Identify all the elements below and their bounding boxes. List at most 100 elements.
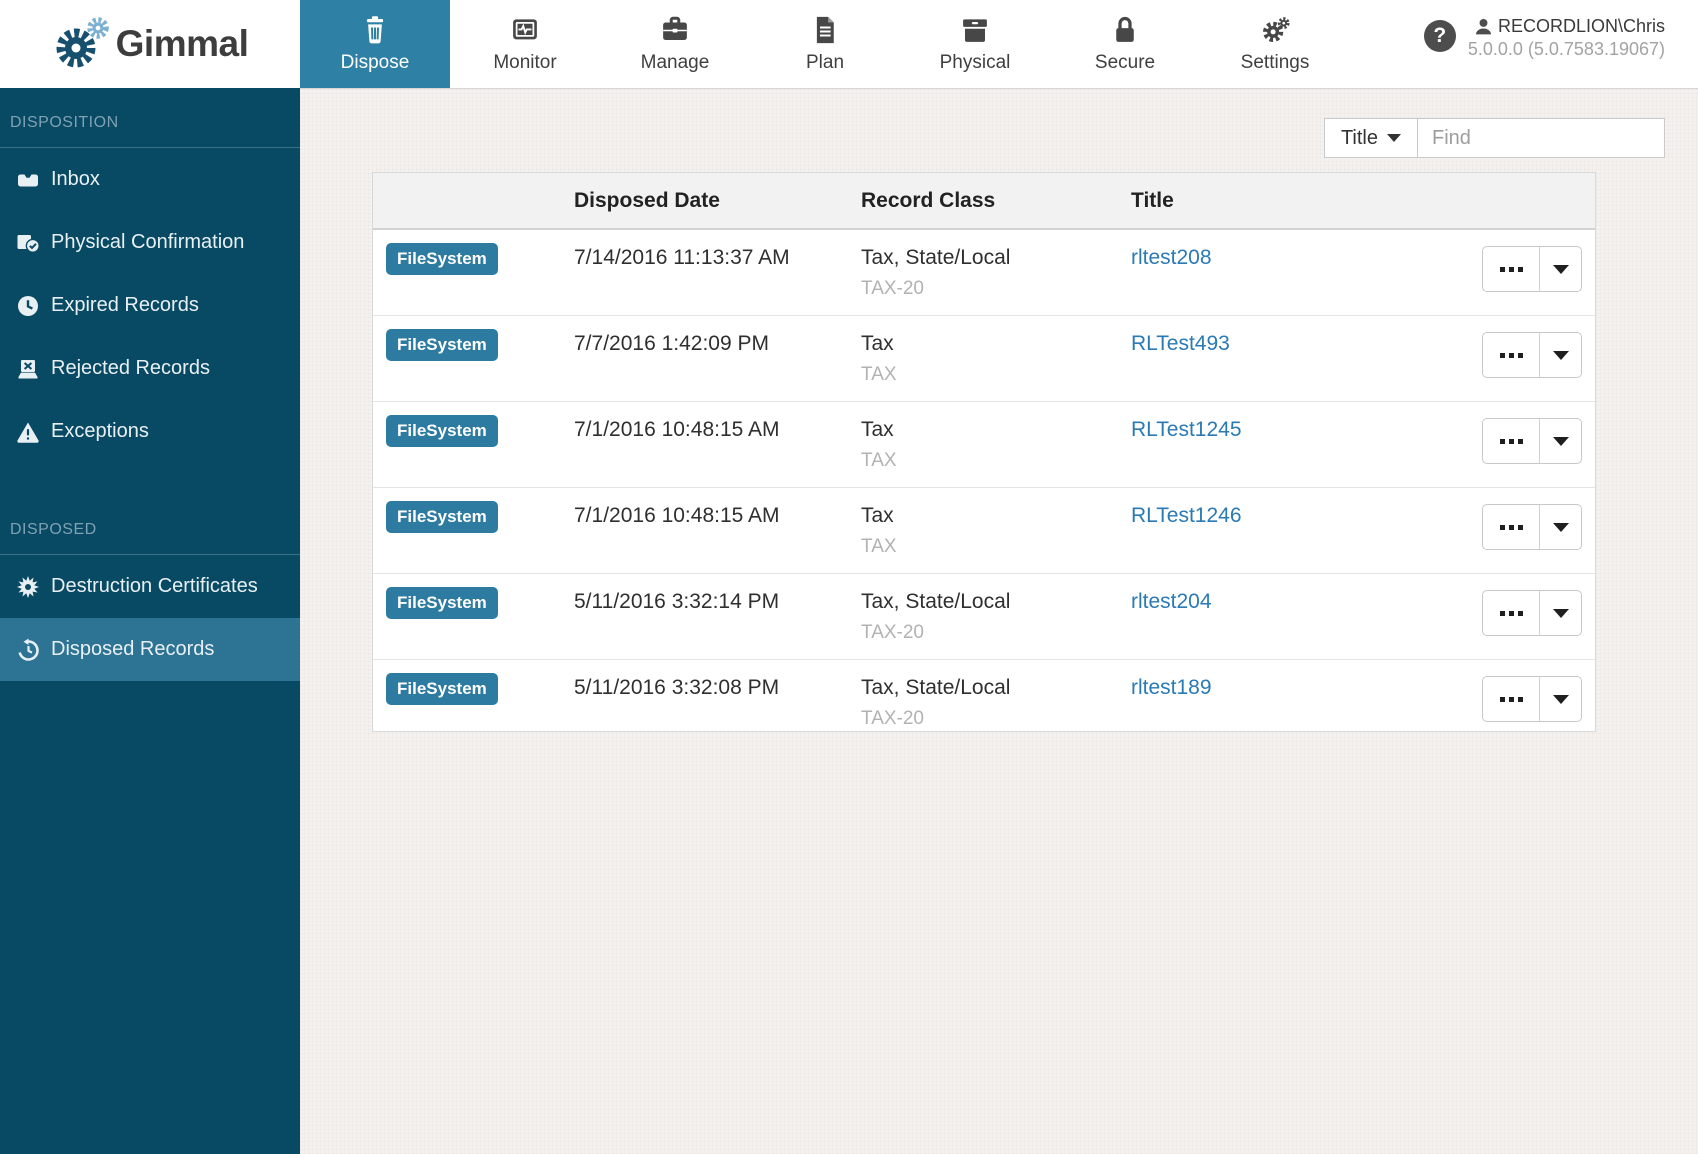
record-class-value: Tax: [861, 504, 1131, 528]
sidebar-item-physical-confirmation[interactable]: Physical Confirmation: [0, 211, 300, 274]
disposed-date-value: 7/1/2016 10:48:15 AM: [574, 488, 861, 573]
lock-icon: [1110, 15, 1140, 45]
tab-dispose-label: Dispose: [341, 52, 410, 74]
sidebar-item-inbox[interactable]: Inbox: [0, 148, 300, 211]
search-toolbar: Title: [1324, 118, 1665, 158]
tab-plan-label: Plan: [806, 52, 844, 74]
sidebar-item-exceptions[interactable]: Exceptions: [0, 400, 300, 463]
clock-icon: [16, 294, 40, 318]
caret-down-icon: [1553, 695, 1569, 704]
record-class-value: Tax, State/Local: [861, 246, 1131, 270]
record-source-badge: FileSystem: [386, 587, 498, 619]
more-actions-button[interactable]: [1483, 677, 1540, 721]
record-title-link[interactable]: RLTest1246: [1131, 504, 1242, 527]
inbox-icon: [16, 168, 40, 192]
record-title-link[interactable]: rltest204: [1131, 590, 1212, 613]
column-disposed-date[interactable]: Disposed Date: [574, 189, 861, 213]
record-title-link[interactable]: rltest189: [1131, 676, 1212, 699]
actions-dropdown-button[interactable]: [1540, 333, 1581, 377]
help-icon[interactable]: ?: [1424, 20, 1456, 52]
tab-monitor[interactable]: Monitor: [450, 0, 600, 88]
sidebar-item-label: Disposed Records: [51, 638, 214, 661]
user-block[interactable]: RECORDLION\Chris 5.0.0.0 (5.0.7583.19067…: [1468, 16, 1665, 60]
record-class-value: Tax: [861, 332, 1131, 356]
tab-settings-label: Settings: [1241, 52, 1310, 74]
record-title-link[interactable]: RLTest1245: [1131, 418, 1242, 441]
sidebar-item-label: Inbox: [51, 168, 100, 191]
disposed-date-value: 7/14/2016 11:13:37 AM: [574, 230, 861, 315]
record-source-badge: FileSystem: [386, 501, 498, 533]
caret-down-icon: [1553, 609, 1569, 618]
tab-manage[interactable]: Manage: [600, 0, 750, 88]
row-actions: [1482, 246, 1582, 292]
sidebar-item-disposed-records[interactable]: Disposed Records: [0, 618, 300, 681]
ellipsis-icon: [1518, 611, 1523, 616]
actions-dropdown-button[interactable]: [1540, 247, 1581, 291]
record-class-code: TAX-20: [861, 622, 1131, 644]
ellipsis-icon: [1500, 525, 1505, 530]
sidebar-gap: [0, 463, 300, 495]
find-input[interactable]: [1417, 118, 1665, 158]
sidebar-item-rejected-records[interactable]: Rejected Records: [0, 337, 300, 400]
row-actions: [1482, 332, 1582, 378]
gimmal-logo: Gimmal: [0, 0, 300, 88]
top-nav: Dispose Monitor Manage: [300, 0, 1350, 88]
sidebar: DISPOSITION Inbox Physical Confirmation …: [0, 88, 300, 1154]
brand-name: Gimmal: [116, 23, 249, 65]
record-class-code: TAX: [861, 536, 1131, 558]
actions-dropdown-button[interactable]: [1540, 419, 1581, 463]
column-record-class[interactable]: Record Class: [861, 189, 1131, 213]
sidebar-item-expired-records[interactable]: Expired Records: [0, 274, 300, 337]
table-row: FileSystem 7/14/2016 11:13:37 AM Tax, St…: [373, 230, 1595, 316]
box-check-icon: [16, 231, 40, 255]
actions-dropdown-button[interactable]: [1540, 591, 1581, 635]
disposed-date-value: 5/11/2016 3:32:14 PM: [574, 574, 861, 659]
caret-down-icon: [1553, 523, 1569, 532]
tab-dispose[interactable]: Dispose: [300, 0, 450, 88]
ellipsis-icon: [1500, 267, 1505, 272]
record-title-link[interactable]: RLTest493: [1131, 332, 1230, 355]
trash-icon: [360, 15, 390, 45]
actions-dropdown-button[interactable]: [1540, 677, 1581, 721]
ellipsis-icon: [1500, 697, 1505, 702]
row-actions: [1482, 418, 1582, 464]
more-actions-button[interactable]: [1483, 505, 1540, 549]
tab-plan[interactable]: Plan: [750, 0, 900, 88]
disposed-date-value: 7/1/2016 10:48:15 AM: [574, 402, 861, 487]
disposed-date-value: 7/7/2016 1:42:09 PM: [574, 316, 861, 401]
sidebar-item-destruction-certificates[interactable]: Destruction Certificates: [0, 555, 300, 618]
ellipsis-icon: [1518, 353, 1523, 358]
caret-down-icon: [1553, 437, 1569, 446]
row-actions: [1482, 590, 1582, 636]
tab-secure[interactable]: Secure: [1050, 0, 1200, 88]
user-icon: [1474, 17, 1493, 36]
record-source-badge: FileSystem: [386, 673, 498, 705]
ellipsis-icon: [1500, 353, 1505, 358]
filter-field-dropdown[interactable]: Title: [1324, 118, 1418, 158]
more-actions-button[interactable]: [1483, 419, 1540, 463]
record-class-code: TAX: [861, 364, 1131, 386]
tab-settings[interactable]: Settings: [1200, 0, 1350, 88]
filter-field-label: Title: [1341, 127, 1378, 150]
section-disposed: DISPOSED: [0, 495, 300, 554]
tab-physical[interactable]: Physical: [900, 0, 1050, 88]
actions-dropdown-button[interactable]: [1540, 505, 1581, 549]
gimmal-gears-icon: [52, 14, 114, 74]
tab-manage-label: Manage: [641, 52, 710, 74]
tab-secure-label: Secure: [1095, 52, 1155, 74]
app-version: 5.0.0.0 (5.0.7583.19067): [1468, 39, 1665, 60]
ellipsis-icon: [1518, 525, 1523, 530]
history-icon: [16, 638, 40, 662]
more-actions-button[interactable]: [1483, 333, 1540, 377]
column-title[interactable]: Title: [1131, 189, 1431, 213]
more-actions-button[interactable]: [1483, 247, 1540, 291]
record-title-link[interactable]: rltest208: [1131, 246, 1212, 269]
table-row: FileSystem 7/7/2016 1:42:09 PM Tax TAX R…: [373, 316, 1595, 402]
ellipsis-icon: [1518, 267, 1523, 272]
more-actions-button[interactable]: [1483, 591, 1540, 635]
table-row: FileSystem 5/11/2016 3:32:14 PM Tax, Sta…: [373, 574, 1595, 660]
sidebar-item-label: Expired Records: [51, 294, 199, 317]
record-class-code: TAX-20: [861, 278, 1131, 300]
record-class-value: Tax, State/Local: [861, 590, 1131, 614]
table-header: Disposed Date Record Class Title: [373, 173, 1595, 230]
